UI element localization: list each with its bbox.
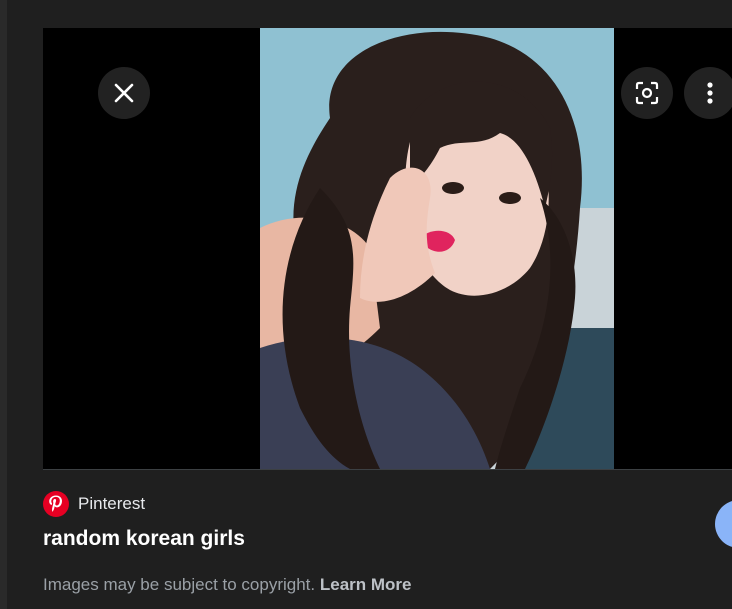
more-options-button[interactable]: [684, 67, 732, 119]
close-button[interactable]: [98, 67, 150, 119]
photo-illustration: [260, 28, 614, 469]
close-icon: [114, 83, 134, 103]
image-viewer: [43, 28, 732, 469]
learn-more-link[interactable]: Learn More: [320, 575, 412, 594]
preview-image[interactable]: [260, 28, 614, 469]
copyright-notice: Images may be subject to copyright. Lear…: [43, 575, 412, 595]
pinterest-logo: [43, 491, 69, 517]
source-name[interactable]: Pinterest: [78, 494, 145, 514]
source-row[interactable]: Pinterest: [43, 490, 145, 518]
lens-button[interactable]: [621, 67, 673, 119]
pinterest-p-icon: [49, 495, 62, 512]
more-vert-icon: [707, 82, 713, 104]
copyright-text: Images may be subject to copyright.: [43, 575, 316, 594]
image-title[interactable]: random korean girls: [43, 527, 245, 551]
left-rail: [0, 0, 7, 609]
divider: [43, 469, 732, 470]
lens-icon: [635, 81, 659, 105]
